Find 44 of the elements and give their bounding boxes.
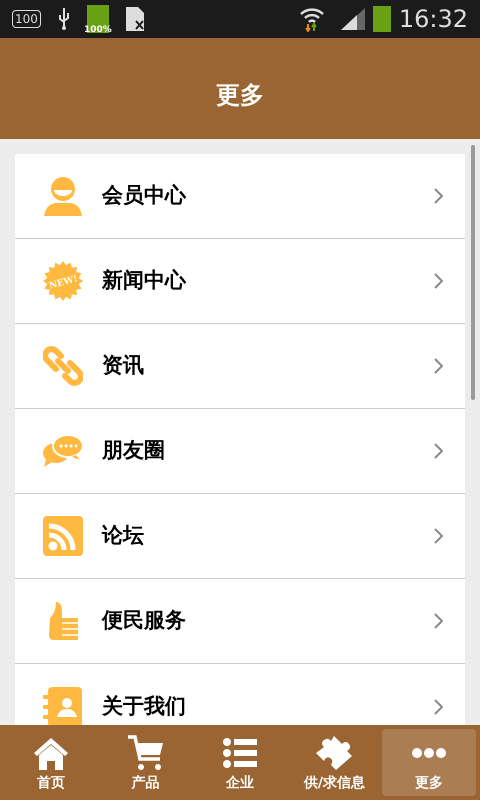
menu-item[interactable]: 会员中心	[15, 154, 465, 239]
sd-card-icon: 100	[12, 10, 41, 28]
battery-icon	[372, 6, 391, 32]
puzzle-piece-icon	[315, 734, 354, 770]
menu-label: 会员中心	[102, 182, 188, 210]
sim-card-icon	[124, 6, 145, 32]
thumbs-up-icon	[46, 600, 80, 642]
chevron-right-icon	[434, 698, 443, 714]
starburst-icon: NEW!	[43, 261, 83, 301]
tab-bar-item[interactable]: 首页	[4, 729, 98, 796]
tab-bar-item[interactable]: 企业	[192, 729, 288, 796]
chevron-right-icon	[434, 613, 443, 629]
menu-item[interactable]: 朋友圈	[15, 409, 465, 494]
chevron-right-icon	[434, 273, 443, 289]
menu-label: 资讯	[102, 352, 145, 380]
chevron-right-icon	[434, 528, 443, 544]
rss-feed-icon	[43, 516, 83, 556]
clock: 16:32	[398, 4, 468, 35]
signal-icon	[340, 8, 365, 30]
menu-label: 新闻中心	[102, 267, 188, 294]
cart-icon	[126, 734, 165, 770]
menu-item[interactable]: 论坛	[15, 494, 465, 579]
menu-label: 关于我们	[102, 692, 187, 720]
more-dots-icon	[412, 748, 446, 758]
wifi-icon	[298, 6, 325, 32]
tab-bar-item[interactable]: 供/求信息	[287, 729, 382, 796]
chevron-right-icon	[434, 443, 443, 459]
menu-label: 便民服务	[102, 607, 187, 634]
person-icon	[43, 176, 83, 216]
menu-label: 朋友圈	[102, 437, 166, 464]
page-title: 更多	[216, 80, 264, 110]
chain-link-icon	[43, 346, 83, 386]
menu-item[interactable]: 便民服务	[15, 579, 465, 664]
menu-item[interactable]: 资讯	[15, 324, 465, 409]
speech-bubbles-icon	[42, 433, 84, 469]
tab-bar-item[interactable]: 更多	[382, 729, 476, 796]
menu-item[interactable]: NEW! 新闻中心	[15, 239, 465, 324]
menu-label: 论坛	[102, 522, 145, 550]
usb-icon	[56, 7, 71, 31]
chevron-right-icon	[434, 358, 443, 374]
chevron-right-icon	[434, 188, 443, 204]
list-icon	[223, 738, 258, 768]
tab-bar-item[interactable]: 产品	[98, 729, 193, 796]
home-icon	[32, 736, 70, 770]
